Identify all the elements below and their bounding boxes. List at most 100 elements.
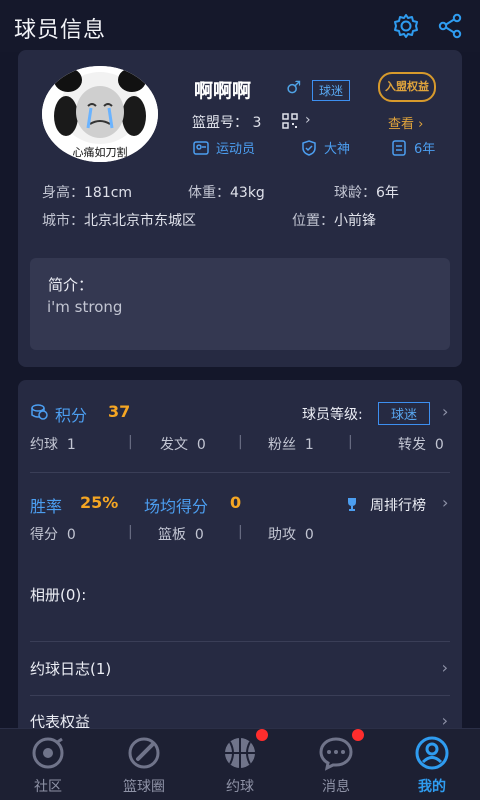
height-info: 身高：181cm	[42, 182, 132, 202]
stat-score: 得分 0	[30, 524, 76, 544]
divider: |	[238, 524, 243, 540]
city-label: 城市：	[42, 213, 84, 229]
win-rate-label: 胜率	[30, 497, 63, 516]
stat-posts-label: 发文	[160, 437, 188, 453]
stat-rebounds: 篮板 0	[158, 524, 204, 544]
coins-icon	[31, 404, 48, 420]
bottom-tab-bar: 社区 篮球圈 约球 消息 我的	[0, 728, 480, 800]
qr-code-icon[interactable]	[282, 113, 298, 129]
tab-basketball-circle-label: 篮球圈	[123, 779, 165, 795]
stat-posts-value: 0	[196, 437, 206, 453]
tag-master: 大神	[300, 138, 350, 157]
tab-play[interactable]: 约球	[192, 729, 288, 800]
message-icon	[319, 737, 353, 771]
age-value: 6年	[376, 185, 399, 201]
intro-text: i'm strong	[47, 298, 123, 316]
basketball-icon	[225, 738, 255, 768]
avg-score-value: 0	[230, 493, 242, 512]
stat-assists-label: 助攻	[268, 527, 296, 543]
stat-matches: 约球 1	[30, 434, 76, 454]
stat-posts[interactable]: 发文 0	[160, 434, 206, 454]
tag-years-label: 6年	[414, 142, 436, 157]
notification-badge	[256, 729, 268, 741]
weight-value: 43kg	[230, 185, 265, 201]
notification-badge	[352, 729, 364, 741]
divider: |	[238, 434, 243, 450]
gender-male-icon: ♂	[286, 78, 302, 98]
chevron-right-icon: ›	[441, 658, 448, 677]
divider: |	[348, 434, 353, 450]
calendar-icon	[392, 139, 406, 156]
divider	[30, 641, 450, 642]
chevron-right-icon[interactable]: ›	[442, 402, 448, 421]
level-tag: 球迷	[378, 402, 431, 425]
weekly-rank-link[interactable]: 周排行榜	[370, 495, 426, 515]
stat-matches-value: 1	[66, 437, 76, 453]
tab-mine[interactable]: 我的	[384, 729, 480, 800]
match-log-label: 约球日志(1)	[30, 660, 112, 678]
height-label: 身高：	[42, 185, 84, 201]
view-link-label: 查看	[388, 117, 415, 132]
profile-icon	[415, 736, 449, 770]
avatar-caption: 心痛如刀割	[72, 146, 128, 159]
tab-mine-label: 我的	[418, 779, 446, 795]
tab-community-label: 社区	[34, 779, 62, 795]
position-value: 小前锋	[334, 213, 376, 229]
height-value: 181cm	[84, 185, 133, 201]
tab-community[interactable]: 社区	[0, 729, 96, 800]
view-rights-link[interactable]: 查看 ›	[388, 113, 423, 132]
player-name: 啊啊啊	[194, 80, 252, 102]
share-icon[interactable]	[436, 12, 464, 40]
stats-card: 积分 37 球员等级: 球迷 › 约球 1 | 发文 0 | 粉丝 1 | 转发…	[18, 380, 462, 740]
athlete-icon	[193, 140, 209, 155]
tag-athlete-label: 运动员	[216, 142, 256, 157]
tab-messages[interactable]: 消息	[288, 729, 384, 800]
tab-basketball-circle[interactable]: 篮球圈	[96, 729, 192, 800]
stat-rebounds-label: 篮板	[158, 527, 186, 543]
page-title: 球员信息	[14, 18, 107, 43]
stat-fans-value: 1	[304, 437, 314, 453]
stat-shares-label: 转发	[398, 437, 426, 453]
stat-assists: 助攻 0	[268, 524, 314, 544]
gear-icon[interactable]	[392, 12, 420, 40]
chevron-right-icon[interactable]: ›	[442, 493, 448, 512]
league-number: 篮盟号： 3	[192, 112, 261, 132]
weight-label: 体重：	[188, 185, 230, 201]
vip-rights-badge[interactable]: 入盟权益	[378, 72, 436, 102]
trophy-icon	[348, 498, 356, 511]
position-info: 位置：小前锋	[292, 210, 376, 230]
win-rate-value: 25%	[80, 493, 119, 512]
stat-fans-label: 粉丝	[268, 437, 296, 453]
top-header: 球员信息	[0, 0, 480, 52]
community-icon	[32, 737, 64, 769]
stat-shares-value: 0	[434, 437, 444, 453]
stat-assists-value: 0	[304, 527, 314, 543]
stat-fans[interactable]: 粉丝 1	[268, 434, 314, 454]
tag-years: 6年	[390, 138, 435, 157]
divider	[30, 695, 450, 696]
league-number-value: 3	[252, 115, 262, 131]
stat-score-label: 得分	[30, 527, 58, 543]
divider: |	[128, 524, 133, 540]
avatar[interactable]: 心痛如刀割	[42, 66, 158, 162]
city-value: 北京北京市东城区	[84, 213, 196, 229]
fan-tag: 球迷	[312, 80, 351, 101]
age-info: 球龄：6年	[334, 182, 399, 202]
album-label: 相册(0):	[30, 586, 87, 604]
chevron-right-icon: ›	[418, 117, 424, 132]
stat-rebounds-value: 0	[194, 527, 204, 543]
chevron-right-icon[interactable]: ›	[305, 112, 311, 128]
avg-score-label: 场均得分	[144, 497, 209, 516]
stat-matches-label: 约球	[30, 437, 58, 453]
intro-title: 简介：	[48, 276, 94, 294]
divider	[30, 472, 450, 473]
tab-messages-label: 消息	[322, 779, 350, 795]
profile-card: 心痛如刀割 啊啊啊 ♂ 球迷 入盟权益 篮盟号： 3 › 查看 › 运动员 大神	[18, 50, 462, 367]
city-info: 城市：北京北京市东城区	[42, 210, 196, 230]
tag-athlete: 运动员	[192, 138, 255, 157]
match-log-item[interactable]: 约球日志(1) ›	[30, 658, 450, 679]
stat-shares[interactable]: 转发 0	[398, 434, 444, 454]
shield-icon	[302, 139, 316, 156]
album-section[interactable]: 相册(0):	[30, 584, 450, 605]
level-label: 球员等级:	[302, 407, 363, 423]
